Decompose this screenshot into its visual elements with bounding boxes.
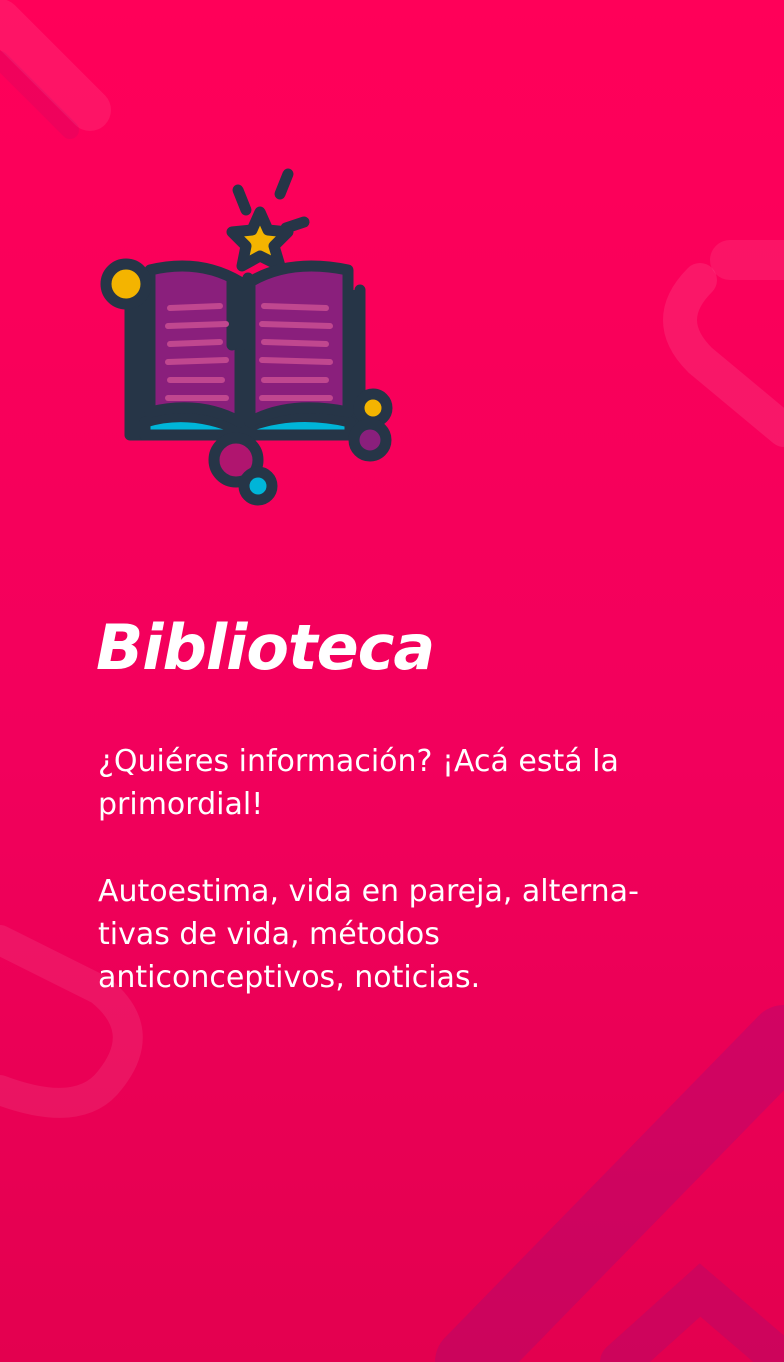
topics-text: Autoestima, vida en pareja, alterna- tiv… (98, 874, 639, 995)
open-book-with-star-icon (100, 168, 393, 506)
page-title: Biblioteca (96, 611, 435, 684)
intro-text: ¿Quiéres información? ¡Acá está la primo… (98, 744, 619, 822)
